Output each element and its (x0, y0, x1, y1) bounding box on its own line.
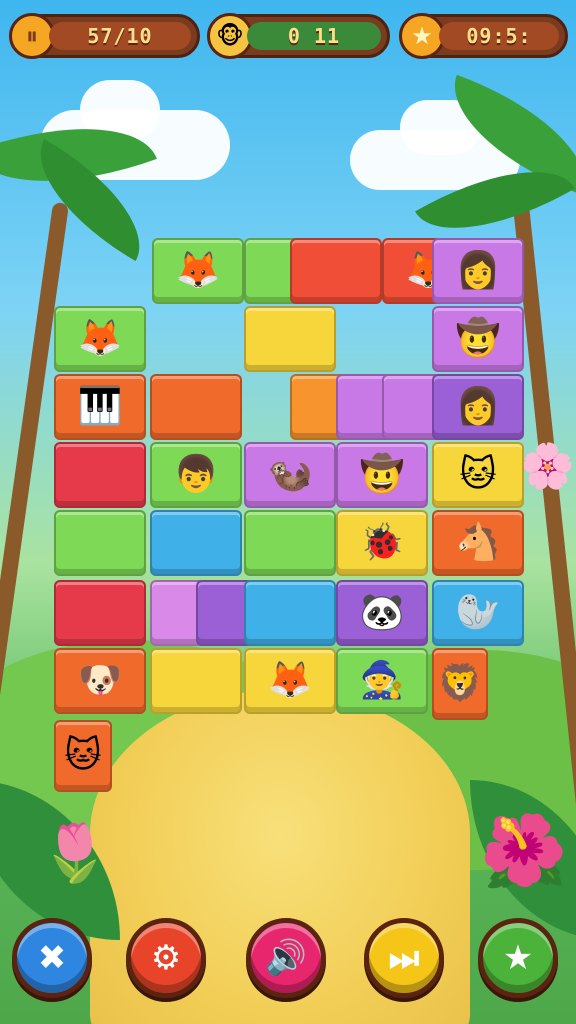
puzzle-tile[interactable]: 🎹 (54, 374, 146, 440)
puzzle-tile[interactable]: 🐶 (54, 648, 146, 714)
puzzle-tile[interactable]: 🦊 (244, 648, 336, 714)
puzzle-tile[interactable] (54, 580, 146, 646)
puzzle-tile[interactable] (54, 510, 146, 576)
flower-icon: 🌸 (520, 441, 575, 492)
fox-icon: 🦊 (175, 250, 221, 291)
explorer-icon: 🤠 (359, 454, 405, 495)
gear-icon: ⚙ (150, 938, 182, 978)
moves-counter: ⏸ 57/10 (9, 13, 200, 59)
wizard-icon: 🧙 (359, 660, 405, 701)
timer-counter: ★ 09:5: (399, 13, 568, 59)
score-value: 0 11 (287, 24, 341, 48)
fox-icon: 🦊 (267, 660, 313, 701)
puzzle-tile[interactable] (244, 306, 336, 372)
piano-icon: 🎹 (77, 386, 123, 427)
star-badge-icon: ★ (502, 938, 534, 978)
hint-button[interactable]: ★ (478, 918, 558, 998)
moves-value: 57/10 (87, 24, 153, 48)
puzzle-tile[interactable] (150, 510, 242, 576)
puzzle-tile[interactable] (290, 238, 382, 304)
cat-icon: 🐱 (64, 735, 102, 776)
puzzle-tile[interactable] (150, 648, 242, 714)
settings-button[interactable]: ⚙ (126, 918, 206, 998)
crossed-tools-icon: ✖ (37, 938, 67, 978)
puzzle-tile[interactable] (150, 374, 242, 440)
puzzle-tile[interactable]: 🐼 (336, 580, 428, 646)
timer-value: 09:5: (466, 24, 532, 48)
skip-icon: ⏭ (388, 938, 420, 978)
puzzle-tile[interactable]: 🐱 (432, 442, 524, 508)
puzzle-tile[interactable]: 🐱 (54, 720, 112, 792)
fox-icon: 🦊 (77, 318, 123, 359)
puzzle-tile[interactable] (54, 442, 146, 508)
meerkat-icon: 🦦 (267, 454, 313, 495)
puzzle-tile[interactable]: 🤠 (432, 306, 524, 372)
puzzle-tile[interactable]: 🦭 (432, 580, 524, 646)
seal-icon: 🦭 (455, 592, 501, 633)
horse-icon: 🐴 (455, 522, 501, 563)
cat-icon: 🐱 (459, 454, 497, 495)
puzzle-tile[interactable]: 🤠 (336, 442, 428, 508)
skip-button[interactable]: ⏭ (364, 918, 444, 998)
score-counter: 🐵 0 11 (207, 13, 390, 59)
puzzle-tile[interactable] (244, 580, 336, 646)
explorer-icon: 🤠 (455, 318, 501, 359)
lion-icon: 🦁 (437, 663, 483, 704)
tools-button[interactable]: ✖ (12, 918, 92, 998)
puzzle-tile[interactable]: 👩 (432, 374, 524, 440)
puzzle-tile[interactable]: 🐴 (432, 510, 524, 576)
girl-icon: 👩 (455, 386, 501, 427)
puzzle-tile[interactable]: 🦁 (432, 648, 488, 720)
puzzle-tile[interactable]: 👦 (150, 442, 242, 508)
flower-icon: 🌷 (40, 821, 110, 886)
puzzle-tile[interactable]: 🦦 (244, 442, 336, 508)
puzzle-tile[interactable]: 🧙 (336, 648, 428, 714)
puzzle-tile[interactable]: 🦊 (54, 306, 146, 372)
puzzle-tile[interactable]: 🦊 (152, 238, 244, 304)
ladybug-icon: 🐞 (359, 522, 405, 563)
sound-button[interactable]: 🔊 (246, 918, 326, 998)
boy-icon: 👦 (173, 454, 219, 495)
puzzle-tile[interactable]: 👩 (432, 238, 524, 304)
puzzle-tile[interactable]: 🐞 (336, 510, 428, 576)
sound-icon: 🔊 (264, 938, 308, 978)
flower-icon: 🌺 (480, 810, 568, 892)
dog-icon: 🐶 (77, 660, 123, 701)
girl-icon: 👩 (455, 250, 501, 291)
panda-icon: 🐼 (359, 592, 405, 633)
puzzle-tile[interactable] (244, 510, 336, 576)
